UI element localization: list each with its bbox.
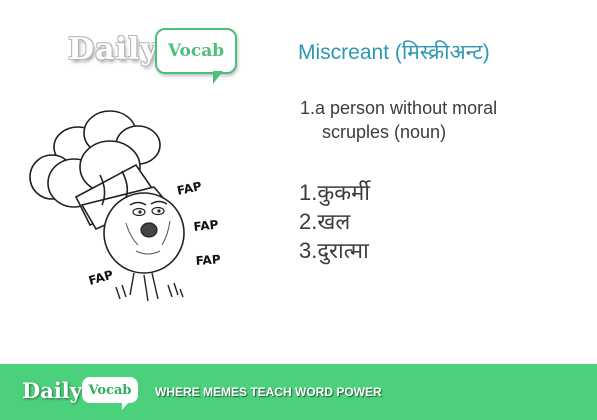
footer-tagline: WHERE MEMES TEACH WORD POWER [155,385,382,399]
meaning-item: 3.दुरात्मा [299,238,369,263]
chef-body-icon [115,272,184,302]
logo-speech-bubble: Vocab [155,28,237,74]
logo-vocab-text: Vocab [167,41,225,61]
fap-text: FAP [195,252,221,268]
fap-text: FAP [193,217,219,234]
definition-line-1: 1.a person without moral [300,98,498,118]
daily-vocab-logo: Daily Vocab [68,24,248,86]
definition: 1.a person without moral scruples (noun) [300,96,550,144]
chef-meme-illustration: FAP FAP FAP FAP [29,110,221,302]
word-title: Miscreant (मिस्क्रीअन्ट) [298,41,490,64]
footer-logo-daily-text: Daily [22,378,82,403]
hindi-meanings-list: 1.कुकर्मी 2.खल 3.दुरात्मा [299,178,370,265]
footer-logo-speech-bubble: Vocab [82,377,138,403]
definition-line-2: scruples (noun) [322,122,447,142]
meaning-item: 1.कुकर्मी [299,180,370,205]
footer-logo-vocab-text: Vocab [88,382,132,398]
meaning-item: 2.खल [299,209,351,234]
fap-text: FAP [87,268,115,288]
rage-face-icon [103,192,185,274]
speech-bubble-tail-icon [213,71,223,84]
footer-speech-bubble-tail-icon [122,402,129,410]
fap-text: FAP [176,179,203,198]
footer-bar: Daily Vocab WHERE MEMES TEACH WORD POWER [0,364,597,420]
logo-daily-text: Daily [68,32,159,67]
